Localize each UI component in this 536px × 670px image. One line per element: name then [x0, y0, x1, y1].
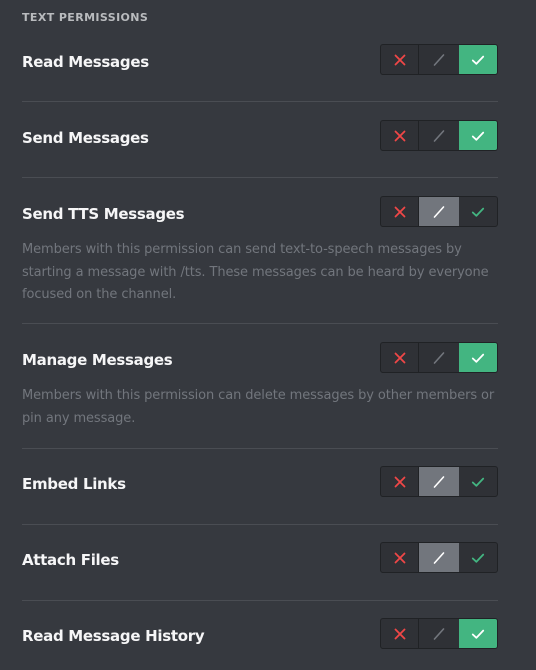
slash-icon — [432, 351, 446, 365]
deny-button[interactable] — [381, 121, 419, 150]
permission-toggle — [380, 120, 498, 151]
check-icon — [471, 475, 485, 489]
neutral-button[interactable] — [419, 619, 459, 648]
check-icon — [471, 129, 485, 143]
deny-button[interactable] — [381, 619, 419, 648]
allow-button[interactable] — [459, 197, 497, 226]
deny-button[interactable] — [381, 45, 419, 74]
slash-icon — [432, 129, 446, 143]
permission-name: Attach Files — [22, 551, 119, 569]
divider — [22, 101, 498, 102]
permission-toggle — [380, 466, 498, 497]
check-icon — [471, 551, 485, 565]
permission-description: Members with this permission can send te… — [22, 242, 489, 302]
deny-button[interactable] — [381, 343, 419, 372]
allow-button[interactable] — [459, 543, 497, 572]
neutral-button[interactable] — [419, 343, 459, 372]
check-icon — [471, 627, 485, 641]
slash-icon — [432, 475, 446, 489]
slash-icon — [432, 205, 446, 219]
permission-name: Send TTS Messages — [22, 205, 185, 223]
permission-name: Embed Links — [22, 475, 126, 493]
permission-toggle — [380, 44, 498, 75]
deny-button[interactable] — [381, 467, 419, 496]
neutral-button[interactable] — [419, 467, 459, 496]
check-icon — [471, 205, 485, 219]
divider — [22, 177, 498, 178]
permission-name: Read Message History — [22, 627, 205, 645]
x-icon — [393, 129, 407, 143]
slash-icon — [432, 551, 446, 565]
neutral-button[interactable] — [419, 121, 459, 150]
check-icon — [471, 53, 485, 67]
section-title: TEXT PERMISSIONS — [22, 11, 149, 24]
divider — [22, 323, 498, 324]
deny-button[interactable] — [381, 197, 419, 226]
allow-button[interactable] — [459, 619, 497, 648]
divider — [22, 448, 498, 449]
x-icon — [393, 627, 407, 641]
allow-button[interactable] — [459, 467, 497, 496]
permission-toggle — [380, 618, 498, 649]
permission-name: Read Messages — [22, 53, 149, 71]
divider — [22, 600, 498, 601]
permission-name: Send Messages — [22, 129, 149, 147]
allow-button[interactable] — [459, 121, 497, 150]
permission-description: Members with this permission can delete … — [22, 388, 495, 426]
x-icon — [393, 53, 407, 67]
neutral-button[interactable] — [419, 197, 459, 226]
x-icon — [393, 205, 407, 219]
x-icon — [393, 551, 407, 565]
x-icon — [393, 351, 407, 365]
check-icon — [471, 351, 485, 365]
neutral-button[interactable] — [419, 543, 459, 572]
neutral-button[interactable] — [419, 45, 459, 74]
allow-button[interactable] — [459, 343, 497, 372]
permission-toggle — [380, 196, 498, 227]
deny-button[interactable] — [381, 543, 419, 572]
divider — [22, 524, 498, 525]
permission-name: Manage Messages — [22, 351, 173, 369]
allow-button[interactable] — [459, 45, 497, 74]
x-icon — [393, 475, 407, 489]
slash-icon — [432, 53, 446, 67]
permission-toggle — [380, 342, 498, 373]
slash-icon — [432, 627, 446, 641]
permission-toggle — [380, 542, 498, 573]
